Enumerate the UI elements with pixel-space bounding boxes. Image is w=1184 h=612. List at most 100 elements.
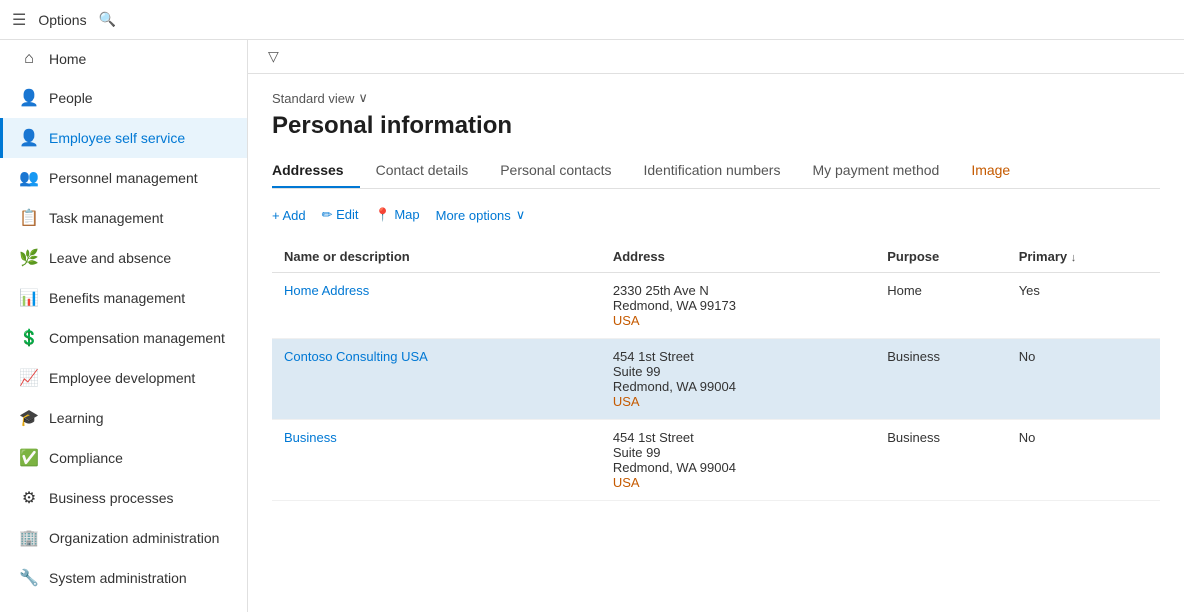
- column-header-name: Name or description: [272, 241, 613, 273]
- row-name-1: Contoso Consulting USA: [272, 339, 613, 420]
- tab-contact-details[interactable]: Contact details: [360, 154, 485, 188]
- sidebar-label-system-administration: System administration: [49, 570, 187, 586]
- address-line-2-1: Suite 99: [613, 445, 875, 460]
- sidebar-label-compensation-management: Compensation management: [49, 330, 225, 346]
- tab-personal-contacts[interactable]: Personal contacts: [484, 154, 627, 188]
- tab-image[interactable]: Image: [955, 154, 1026, 188]
- row-primary-0: Yes: [1019, 273, 1160, 339]
- sidebar-item-system-administration[interactable]: 🔧 System administration: [0, 558, 247, 598]
- chevron-down-icon: ∨: [516, 207, 526, 223]
- organization-administration-icon: 🏢: [19, 528, 39, 548]
- sidebar-label-employee-development: Employee development: [49, 370, 195, 386]
- column-header-primary[interactable]: Primary ↓: [1019, 241, 1160, 273]
- row-address-2: 454 1st StreetSuite 99Redmond, WA 99004U…: [613, 420, 887, 501]
- tab-addresses[interactable]: Addresses: [272, 154, 360, 188]
- row-primary-1: No: [1019, 339, 1160, 420]
- address-line-0-0: 2330 25th Ave N: [613, 283, 875, 298]
- content-header: ▽: [248, 40, 1184, 74]
- address-line-1-1: Suite 99: [613, 364, 875, 379]
- home-icon: ⌂: [19, 50, 39, 68]
- tab-identification-numbers[interactable]: Identification numbers: [628, 154, 797, 188]
- sidebar-item-benefits-management[interactable]: 📊 Benefits management: [0, 278, 247, 318]
- leave-and-absence-icon: 🌿: [19, 248, 39, 268]
- row-name-link-1[interactable]: Contoso Consulting USA: [284, 349, 428, 364]
- standard-view-label: Standard view: [272, 91, 354, 106]
- sidebar-item-task-management[interactable]: 📋 Task management: [0, 198, 247, 238]
- standard-view-dropdown[interactable]: Standard view ∨: [272, 90, 1160, 106]
- column-header-purpose: Purpose: [887, 241, 1019, 273]
- task-management-icon: 📋: [19, 208, 39, 228]
- add-button[interactable]: + Add: [272, 204, 306, 227]
- more-options-button[interactable]: More options ∨: [436, 203, 526, 227]
- page-content: Standard view ∨ Personal information Add…: [248, 74, 1184, 612]
- row-primary-2: No: [1019, 420, 1160, 501]
- address-line-0-1: Redmond, WA 99173: [613, 298, 875, 313]
- row-name-link-2[interactable]: Business: [284, 430, 337, 445]
- chevron-down-icon: ∨: [358, 90, 368, 106]
- page-title: Personal information: [272, 112, 1160, 140]
- search-icon[interactable]: 🔍: [99, 11, 116, 28]
- address-line-2-0: 454 1st Street: [613, 430, 875, 445]
- row-name-2: Business: [272, 420, 613, 501]
- sidebar-item-compliance[interactable]: ✅ Compliance: [0, 438, 247, 478]
- filter-icon[interactable]: ▽: [268, 48, 279, 65]
- row-name-0: Home Address: [272, 273, 613, 339]
- employee-self-service-icon: 👤: [19, 128, 39, 148]
- sidebar-item-learning[interactable]: 🎓 Learning: [0, 398, 247, 438]
- row-purpose-2: Business: [887, 420, 1019, 501]
- more-options-label: More options: [436, 208, 511, 223]
- toolbar: + Add ✏ Edit 📍 Map More options ∨: [272, 203, 1160, 227]
- sidebar-label-home: Home: [49, 51, 86, 67]
- main-layout: ⌂ Home 👤People 👤 Employee self service 👥 Perso…: [0, 40, 1184, 612]
- sidebar-label-compliance: Compliance: [49, 450, 123, 466]
- addresses-table: Name or descriptionAddressPurposePrimary…: [272, 241, 1160, 501]
- sort-icon-primary: ↓: [1071, 252, 1077, 264]
- sidebar-item-people[interactable]: 👤People: [0, 78, 247, 118]
- row-name-link-0[interactable]: Home Address: [284, 283, 369, 298]
- learning-icon: 🎓: [19, 408, 39, 428]
- tab-my-payment-method[interactable]: My payment method: [796, 154, 955, 188]
- sidebar-item-leave-and-absence[interactable]: 🌿 Leave and absence: [0, 238, 247, 278]
- row-purpose-0: Home: [887, 273, 1019, 339]
- sidebar-label-task-management: Task management: [49, 210, 163, 226]
- sidebar-label-employee-self-service: Employee self service: [49, 130, 185, 146]
- sidebar-item-home[interactable]: ⌂ Home: [0, 40, 247, 78]
- options-label: Options: [38, 12, 86, 28]
- sidebar-item-compensation-management[interactable]: 💲 Compensation management: [0, 318, 247, 358]
- sidebar-label-leave-and-absence: Leave and absence: [49, 250, 171, 266]
- row-address-0: 2330 25th Ave NRedmond, WA 99173USA: [613, 273, 887, 339]
- compensation-management-icon: 💲: [19, 328, 39, 348]
- sidebar-label-people: People: [49, 90, 93, 106]
- edit-button[interactable]: ✏ Edit: [322, 203, 359, 227]
- map-button[interactable]: 📍 Map: [375, 203, 420, 227]
- system-administration-icon: 🔧: [19, 568, 39, 588]
- table-row: Home Address 2330 25th Ave NRedmond, WA 9…: [272, 273, 1160, 339]
- row-address-1: 454 1st StreetSuite 99Redmond, WA 99004U…: [613, 339, 887, 420]
- sidebar: ⌂ Home 👤People 👤 Employee self service 👥 Perso…: [0, 40, 248, 612]
- address-line-2-2: Redmond, WA 99004: [613, 460, 875, 475]
- row-purpose-1: Business: [887, 339, 1019, 420]
- address-line-2-3: USA: [613, 475, 875, 490]
- address-line-0-2: USA: [613, 313, 875, 328]
- table-row: Business454 1st StreetSuite 99Redmond, W…: [272, 420, 1160, 501]
- top-bar: ☰ Options 🔍: [0, 0, 1184, 40]
- benefits-management-icon: 📊: [19, 288, 39, 308]
- sidebar-item-business-processes[interactable]: ⚙Business processes: [0, 478, 247, 518]
- sidebar-item-employee-self-service[interactable]: 👤 Employee self service: [0, 118, 247, 158]
- sidebar-item-employee-development[interactable]: 📈 Employee development: [0, 358, 247, 398]
- sidebar-item-organization-administration[interactable]: 🏢 Organization administration: [0, 518, 247, 558]
- sidebar-label-personnel-management: Personnel management: [49, 170, 198, 186]
- personnel-management-icon: 👥: [19, 168, 39, 188]
- employee-development-icon: 📈: [19, 368, 39, 388]
- sidebar-item-personnel-management[interactable]: 👥 Personnel management: [0, 158, 247, 198]
- sidebar-label-benefits-management: Benefits management: [49, 290, 185, 306]
- sidebar-label-organization-administration: Organization administration: [49, 530, 219, 546]
- business-processes-icon: ⚙: [19, 488, 39, 508]
- address-line-1-3: USA: [613, 394, 875, 409]
- sidebar-label-learning: Learning: [49, 410, 104, 426]
- address-line-1-2: Redmond, WA 99004: [613, 379, 875, 394]
- content-area: ▽ Standard view ∨ Personal information A…: [248, 40, 1184, 612]
- compliance-icon: ✅: [19, 448, 39, 468]
- menu-icon[interactable]: ☰: [12, 10, 26, 30]
- address-line-1-0: 454 1st Street: [613, 349, 875, 364]
